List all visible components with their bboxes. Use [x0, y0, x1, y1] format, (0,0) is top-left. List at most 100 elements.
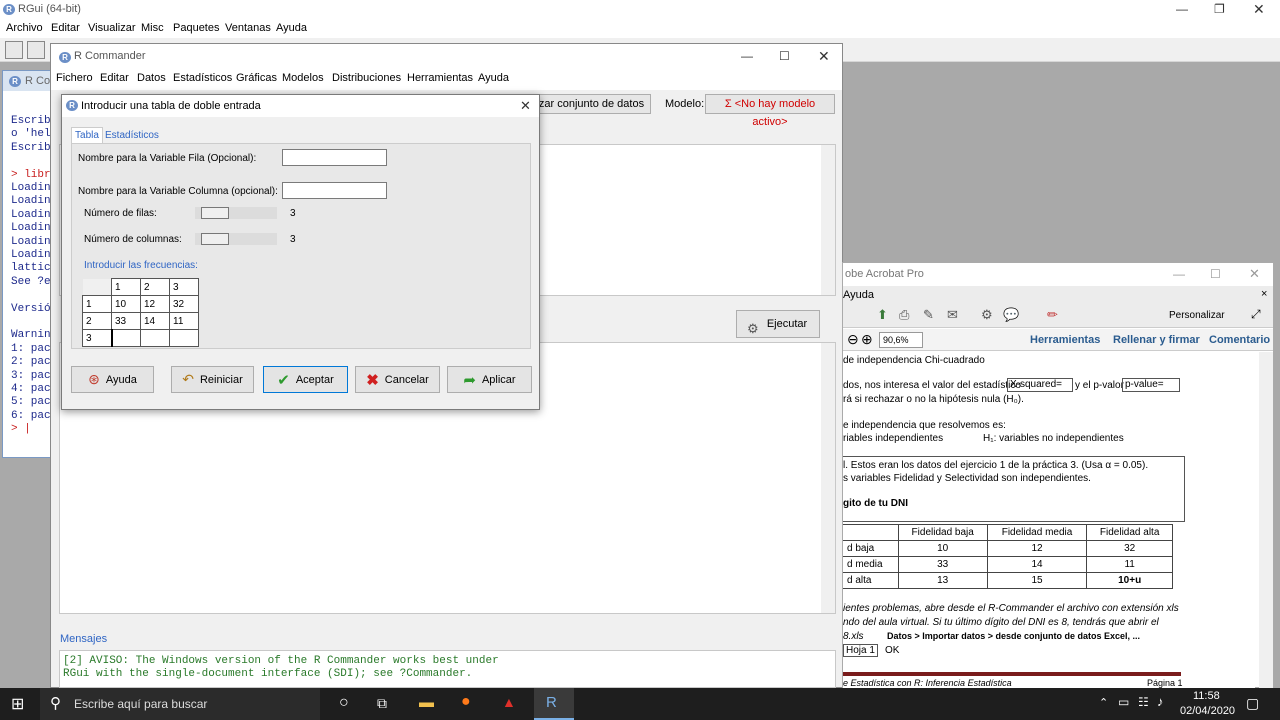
edit-icon[interactable]: ✎: [923, 307, 934, 323]
tab-tabla[interactable]: Tabla: [71, 127, 103, 143]
menu-datos[interactable]: Datos: [137, 72, 166, 84]
menu-misc[interactable]: Misc: [141, 22, 164, 34]
grid-cell[interactable]: 32: [169, 295, 199, 313]
menu-archivo[interactable]: Archivo: [6, 22, 43, 34]
grid-row-header: 3: [82, 329, 112, 347]
undo-icon: ↶: [182, 371, 194, 387]
customize-dropdown[interactable]: Personalizar: [1169, 310, 1225, 321]
zoom-in-icon[interactable]: ⊕: [861, 331, 873, 348]
minimize-icon[interactable]: —: [1176, 2, 1188, 16]
close-icon[interactable]: ✕: [1249, 266, 1260, 282]
ok-button[interactable]: ✔ Aceptar: [263, 366, 348, 393]
grid-cell[interactable]: 14: [140, 312, 170, 330]
cols-slider[interactable]: [195, 233, 277, 245]
open-script-icon[interactable]: [5, 41, 23, 59]
clock-time[interactable]: 11:58: [1193, 690, 1220, 702]
network-icon[interactable]: ☷: [1138, 695, 1149, 709]
row-var-input[interactable]: [282, 149, 387, 166]
zoom-field[interactable]: 90,6%: [879, 332, 923, 348]
col-var-input[interactable]: [282, 182, 387, 199]
console-line: > |: [11, 423, 31, 436]
close-doc-icon[interactable]: ×: [1261, 288, 1267, 300]
cols-slider-handle[interactable]: [201, 233, 229, 245]
menu-paquetes[interactable]: Paquetes: [173, 22, 219, 34]
script-scrollbar[interactable]: [821, 145, 835, 295]
doc-line: OK: [885, 645, 900, 656]
menu-editar[interactable]: Editar: [51, 22, 80, 34]
execute-button[interactable]: ⚙ Ejecutar: [736, 310, 820, 338]
taskbar-r-app[interactable]: R: [534, 688, 574, 720]
apply-button[interactable]: ➦ Aplicar: [447, 366, 532, 393]
active-model-button[interactable]: Σ <No hay modelo activo>: [705, 94, 835, 128]
upload-icon[interactable]: ⬆: [877, 307, 888, 323]
close-icon[interactable]: ✕: [1253, 1, 1265, 18]
expand-icon[interactable]: ⤢: [1251, 307, 1261, 322]
grid-cell[interactable]: [140, 329, 170, 347]
mail-icon[interactable]: ✉: [947, 307, 958, 323]
menu-modelos[interactable]: Modelos: [282, 72, 324, 84]
tab-herramientas[interactable]: Herramientas: [1030, 334, 1100, 346]
settings-icon[interactable]: ⚙: [981, 307, 993, 323]
rows-slider[interactable]: [195, 207, 277, 219]
minimize-icon[interactable]: —: [741, 49, 753, 63]
reset-button[interactable]: ↶ Reiniciar: [171, 366, 254, 393]
firefox-icon[interactable]: ●: [461, 693, 471, 711]
battery-icon[interactable]: ▭: [1118, 695, 1129, 709]
clock-date[interactable]: 02/04/2020: [1180, 705, 1235, 717]
cancel-button[interactable]: ✖ Cancelar: [355, 366, 440, 393]
tab-estadisticos[interactable]: Estadísticos: [105, 130, 159, 141]
close-icon[interactable]: ✕: [520, 98, 531, 114]
windows-start-icon[interactable]: ⊞: [11, 694, 24, 714]
load-workspace-icon[interactable]: [27, 41, 45, 59]
menu-ayuda[interactable]: Ayuda: [276, 22, 307, 34]
tab-comentario[interactable]: Comentario: [1209, 334, 1270, 346]
menu-distribuciones[interactable]: Distribuciones: [332, 72, 401, 84]
view-dataset-button[interactable]: alizar conjunto de datos: [521, 94, 651, 114]
comment-icon[interactable]: 💬: [1003, 307, 1019, 323]
acrobat-icon[interactable]: ▲: [502, 694, 516, 710]
zoom-out-icon[interactable]: ⊖: [847, 331, 859, 348]
menu-ventanas[interactable]: Ventanas: [225, 22, 271, 34]
menu-graficas[interactable]: Gráficas: [236, 72, 277, 84]
menu-estadisticos[interactable]: Estadísticos: [173, 72, 232, 84]
doc-line: gito de tu DNI: [843, 498, 908, 509]
grid-cell[interactable]: 12: [140, 295, 170, 313]
acrobat-scrollbar[interactable]: [1259, 352, 1273, 688]
rows-slider-handle[interactable]: [201, 207, 229, 219]
maximize-icon[interactable]: ☐: [779, 49, 790, 63]
dialog-title: Introducir una tabla de doble entrada: [81, 100, 261, 112]
console-line: 4: pac: [11, 383, 51, 395]
messages-pane[interactable]: [2] AVISO: The Windows version of the R …: [59, 650, 836, 688]
menu-visualizar[interactable]: Visualizar: [88, 22, 136, 34]
zoom-value: 90,6%: [883, 335, 909, 345]
menu-herramientas[interactable]: Herramientas: [407, 72, 473, 84]
volume-icon[interactable]: ♪: [1157, 694, 1164, 709]
chevron-up-icon[interactable]: ⌃: [1099, 696, 1108, 709]
grid-cell-active[interactable]: [110, 329, 141, 347]
close-icon[interactable]: ✕: [818, 48, 830, 65]
console-line: 2: pac: [11, 356, 51, 369]
print-icon[interactable]: ⎙: [899, 307, 909, 323]
maximize-icon[interactable]: ❐: [1214, 2, 1225, 16]
grid-cell[interactable]: 33: [111, 312, 141, 330]
menu-ayuda[interactable]: Ayuda: [478, 72, 509, 84]
file-explorer-icon[interactable]: ▬: [419, 694, 434, 711]
help-button[interactable]: ⊛ Ayuda: [71, 366, 154, 393]
maximize-icon[interactable]: ☐: [1210, 267, 1221, 281]
grid-cell[interactable]: [169, 329, 199, 347]
task-view-icon[interactable]: ⧉: [377, 695, 387, 712]
minimize-icon[interactable]: —: [1173, 267, 1185, 281]
grid-cell[interactable]: 11: [169, 312, 199, 330]
menu-ayuda[interactable]: Ayuda: [843, 289, 874, 301]
notifications-icon[interactable]: ▢: [1246, 695, 1259, 712]
grid-row-header: 1: [82, 295, 112, 313]
pen-icon[interactable]: ✏: [1047, 307, 1058, 323]
taskbar-search[interactable]: ⚲ Escribe aquí para buscar: [40, 688, 320, 720]
output-scrollbar[interactable]: [821, 343, 835, 613]
lifebuoy-icon: ⊛: [88, 371, 100, 387]
grid-cell[interactable]: 10: [111, 295, 141, 313]
tab-rellenar-firmar[interactable]: Rellenar y firmar: [1113, 334, 1200, 346]
menu-fichero[interactable]: Fichero: [56, 72, 93, 84]
cortana-icon[interactable]: ○: [339, 694, 349, 712]
menu-editar[interactable]: Editar: [100, 72, 129, 84]
